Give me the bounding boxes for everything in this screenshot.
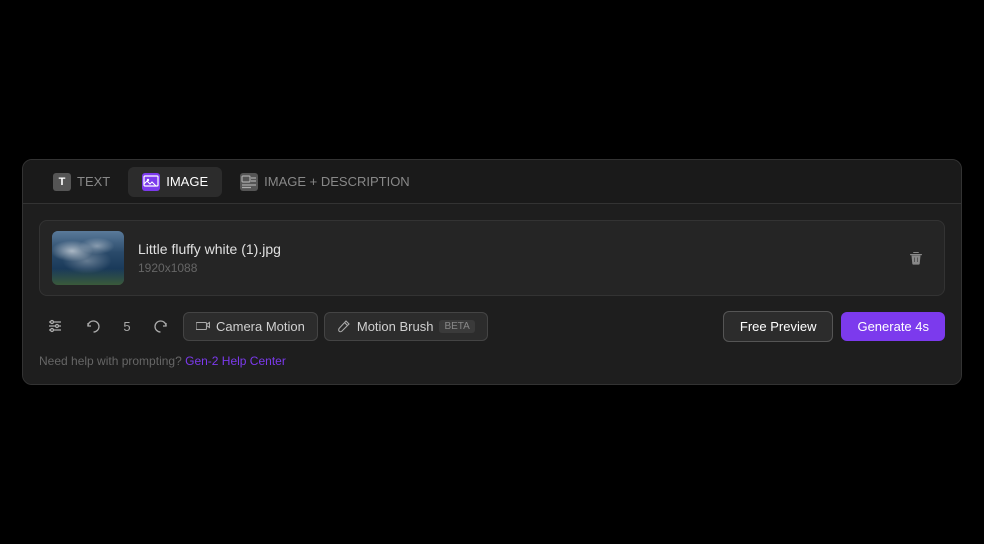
image-info: Little fluffy white (1).jpg 1920x1088 xyxy=(138,241,900,275)
motion-brush-button[interactable]: Motion Brush BETA xyxy=(324,312,488,341)
settings-icon-button[interactable] xyxy=(39,310,71,342)
redo-button[interactable] xyxy=(145,310,177,342)
tab-bar: T TEXT IMAGE xyxy=(23,160,961,204)
undo-button[interactable] xyxy=(77,310,109,342)
free-preview-button[interactable]: Free Preview xyxy=(723,311,834,342)
tab-image-desc-label: IMAGE + DESCRIPTION xyxy=(264,174,410,189)
tab-image-label: IMAGE xyxy=(166,174,208,189)
beta-badge: BETA xyxy=(439,320,474,333)
help-section: Need help with prompting? Gen-2 Help Cen… xyxy=(39,354,945,368)
image-tab-icon xyxy=(142,173,160,191)
duration-value[interactable]: 5 xyxy=(115,319,139,334)
tab-text[interactable]: T TEXT xyxy=(39,167,124,197)
content-area: Little fluffy white (1).jpg 1920x1088 xyxy=(23,204,961,384)
main-panel: T TEXT IMAGE xyxy=(22,159,962,385)
tab-image-description[interactable]: IMAGE + DESCRIPTION xyxy=(226,167,424,197)
toolbar-right: Free Preview Generate 4s xyxy=(723,311,945,342)
motion-brush-label: Motion Brush xyxy=(357,319,434,334)
toolbar: 5 Camera Motion xyxy=(39,310,945,342)
generate-button[interactable]: Generate 4s xyxy=(841,312,945,341)
help-center-link[interactable]: Gen-2 Help Center xyxy=(185,354,286,368)
image-desc-tab-icon xyxy=(240,173,258,191)
camera-motion-label: Camera Motion xyxy=(216,319,305,334)
text-tab-icon: T xyxy=(53,173,71,191)
delete-image-button[interactable] xyxy=(900,242,932,274)
tab-text-label: TEXT xyxy=(77,174,110,189)
help-text-label: Need help with prompting? xyxy=(39,354,182,368)
image-dimensions: 1920x1088 xyxy=(138,261,900,275)
tab-image[interactable]: IMAGE xyxy=(128,167,222,197)
image-thumbnail xyxy=(52,231,124,285)
camera-motion-button[interactable]: Camera Motion xyxy=(183,312,318,341)
toolbar-left: 5 Camera Motion xyxy=(39,310,715,342)
thumbnail-preview xyxy=(52,231,124,285)
image-filename: Little fluffy white (1).jpg xyxy=(138,241,900,257)
image-card: Little fluffy white (1).jpg 1920x1088 xyxy=(39,220,945,296)
